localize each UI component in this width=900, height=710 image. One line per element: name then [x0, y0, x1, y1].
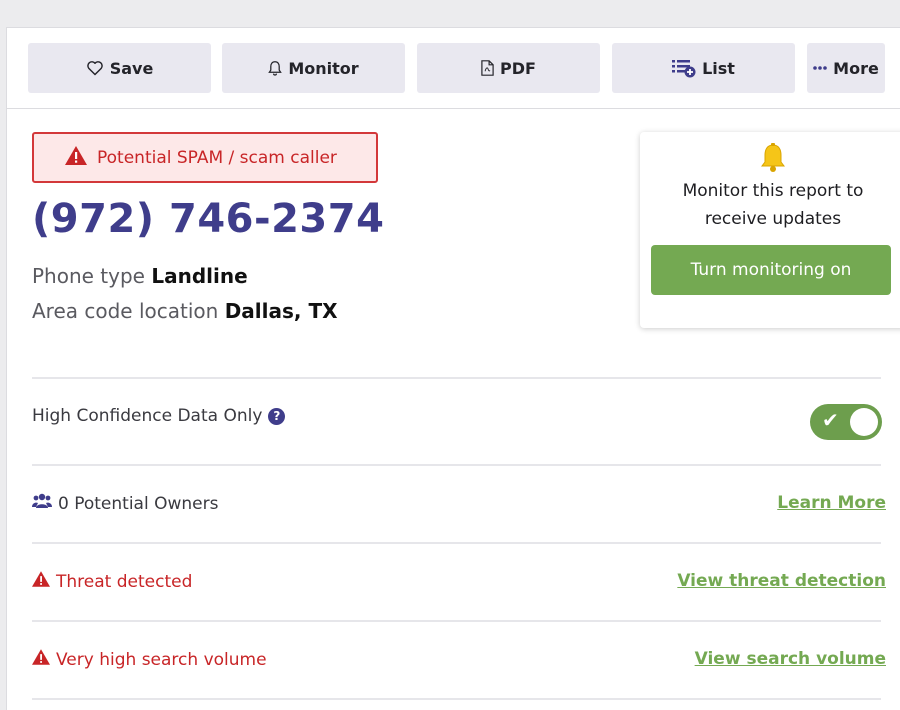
pdf-label: PDF: [500, 58, 536, 78]
more-button[interactable]: More: [807, 43, 885, 93]
area-code-label: Area code location: [32, 299, 219, 323]
divider: [32, 377, 881, 379]
pdf-file-icon: [481, 60, 494, 76]
warning-icon: [32, 571, 50, 592]
divider: [32, 698, 881, 700]
phone-type-value: Landline: [151, 264, 248, 288]
threat-label: Threat detected: [56, 571, 193, 592]
bell-icon: [757, 142, 789, 178]
list-button[interactable]: List: [612, 43, 795, 93]
report-card: Save Monitor PDF List More Potential SPA…: [6, 27, 900, 710]
spam-alert-badge: Potential SPAM / scam caller: [32, 132, 378, 183]
warning-icon: [65, 145, 87, 170]
more-label: More: [833, 58, 879, 78]
search-volume-label: Very high search volume: [56, 649, 267, 670]
divider: [32, 542, 881, 544]
alert-text: Potential SPAM / scam caller: [97, 147, 337, 168]
area-code-value: Dallas, TX: [224, 299, 338, 323]
high-confidence-toggle[interactable]: ✔: [810, 404, 882, 440]
phone-type-label: Phone type: [32, 264, 145, 288]
warning-icon: [32, 649, 50, 670]
high-confidence-row: High Confidence Data Only ?: [32, 406, 286, 426]
list-label: List: [702, 58, 735, 78]
turn-monitoring-on-button[interactable]: Turn monitoring on: [651, 245, 891, 295]
high-confidence-label: High Confidence Data Only: [32, 406, 263, 426]
divider: [32, 620, 881, 622]
users-icon: [32, 493, 52, 514]
threat-row: Threat detected: [32, 571, 192, 592]
owners-label: 0 Potential Owners: [58, 493, 219, 514]
check-icon: ✔: [822, 408, 839, 432]
more-dots-icon: [813, 66, 827, 70]
monitor-label: Monitor: [288, 58, 359, 78]
monitor-text: Monitor this report to receive updates: [682, 181, 864, 229]
list-add-icon: [672, 58, 696, 78]
learn-more-link[interactable]: Learn More: [777, 493, 886, 513]
view-threat-detection-link[interactable]: View threat detection: [677, 571, 886, 591]
question-icon[interactable]: ?: [268, 407, 286, 425]
divider: [32, 464, 881, 466]
monitor-card: Monitor this report to receive updates T…: [640, 132, 900, 328]
pdf-button[interactable]: PDF: [417, 43, 600, 93]
bell-icon: [268, 60, 283, 76]
monitor-button[interactable]: Monitor: [222, 43, 405, 93]
action-toolbar: Save Monitor PDF List More: [7, 28, 900, 109]
save-label: Save: [109, 58, 154, 78]
view-search-volume-link[interactable]: View search volume: [695, 649, 886, 669]
search-volume-row: Very high search volume: [32, 649, 267, 670]
phone-number: (972) 746-2374: [32, 196, 385, 242]
phone-type-line: Phone type Landline: [32, 264, 248, 288]
area-code-line: Area code location Dallas, TX: [32, 299, 338, 323]
toggle-knob: [850, 408, 878, 436]
save-button[interactable]: Save: [28, 43, 211, 93]
owners-row: 0 Potential Owners: [32, 493, 218, 514]
heart-icon: [86, 60, 104, 76]
